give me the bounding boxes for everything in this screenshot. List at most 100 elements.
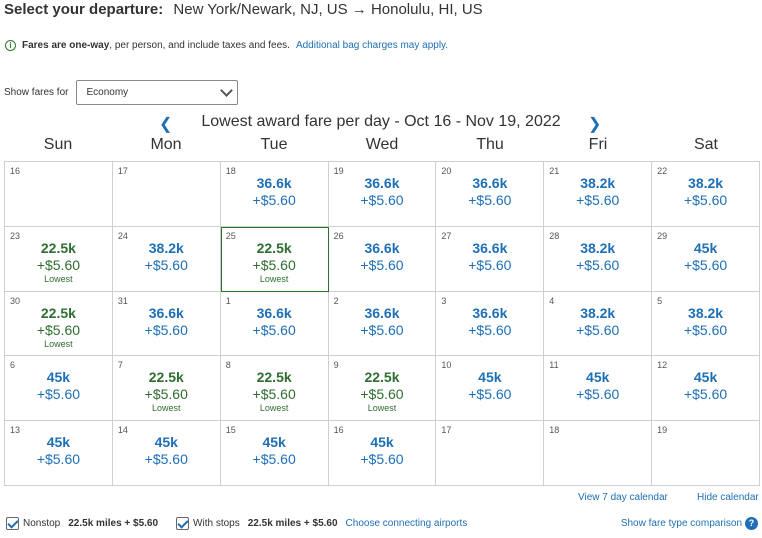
fare-amount: 38.2k +$5.60 bbox=[652, 305, 759, 339]
days-of-week-header: Sun Mon Tue Wed Thu Fri Sat bbox=[4, 136, 760, 154]
calendar-day-cell[interactable]: 23 22.5k +$5.60 Lowest bbox=[5, 226, 113, 292]
calendar-day-cell[interactable]: 12 45k +$5.60 bbox=[652, 356, 760, 422]
lowest-badge: Lowest bbox=[152, 403, 181, 414]
calendar-day-cell[interactable]: 14 45k +$5.60 bbox=[112, 421, 221, 486]
lowest-badge: Lowest bbox=[44, 338, 73, 349]
lowest-badge: Lowest bbox=[259, 403, 289, 414]
fare-miles: 45k bbox=[370, 434, 394, 451]
day-of-week-label: Mon bbox=[150, 136, 182, 153]
fare-miles: 36.6k bbox=[256, 175, 292, 191]
calendar-day-cell[interactable]: 10 45k +$5.60 bbox=[436, 356, 545, 422]
fare-amount: 45k +$5.60 bbox=[5, 369, 112, 403]
day-number: 18 bbox=[549, 425, 560, 436]
calendar-day-cell[interactable]: 5 38.2k +$5.60 bbox=[652, 291, 760, 357]
fare-miles: 45k bbox=[154, 434, 178, 451]
fare-amount: 38.2k +$5.60 bbox=[544, 305, 651, 339]
help-icon[interactable]: ? bbox=[745, 517, 758, 530]
connecting-airports-link[interactable]: Choose connecting airports bbox=[346, 518, 468, 529]
calendar-day-cell[interactable]: 31 36.6k +$5.60 bbox=[112, 291, 221, 357]
calendar-day-cell[interactable]: 4 38.2k +$5.60 bbox=[544, 291, 653, 357]
calendar-day-cell: 17 bbox=[436, 421, 545, 486]
with-stops-value: 22.5k miles + $5.60 bbox=[247, 518, 338, 529]
fare-amount: 22.5k +$5.60 Lowest bbox=[329, 369, 436, 414]
fare-miles: 45k bbox=[586, 369, 610, 386]
day-of-week-label: Wed bbox=[365, 136, 399, 153]
nonstop-checkbox[interactable] bbox=[6, 517, 19, 530]
fare-tax: +$5.60 bbox=[252, 256, 296, 273]
calendar-day-cell[interactable]: 27 36.6k +$5.60 bbox=[436, 226, 545, 292]
fare-miles: 45k bbox=[693, 239, 718, 256]
day-of-week-label: Thu bbox=[476, 136, 504, 153]
calendar-day-cell[interactable]: 21 38.2k +$5.60 bbox=[544, 162, 653, 227]
calendar-day-cell[interactable]: 6 45k +$5.60 bbox=[5, 356, 113, 422]
fare-tax: +$5.60 bbox=[468, 321, 512, 338]
fare-comparison-link[interactable]: Show fare type comparison bbox=[621, 518, 742, 529]
calendar-day-cell: 18 bbox=[544, 421, 653, 486]
fares-for-label: Show fares for bbox=[4, 87, 69, 98]
fare-miles: 36.6k bbox=[364, 239, 400, 256]
calendar-day-cell[interactable]: 22 38.2k +$5.60 bbox=[652, 162, 760, 227]
day-number: 16 bbox=[10, 166, 21, 176]
chevron-right-icon[interactable]: ❯ bbox=[588, 114, 601, 134]
calendar-day-cell[interactable]: 13 45k +$5.60 bbox=[5, 421, 113, 486]
calendar-day-cell[interactable]: 28 38.2k +$5.60 bbox=[544, 226, 653, 292]
calendar-day-cell[interactable]: 19 36.6k +$5.60 bbox=[328, 162, 437, 227]
fare-tax: +$5.60 bbox=[468, 256, 512, 273]
fare-amount: 22.5k +$5.60 Lowest bbox=[5, 305, 112, 350]
calendar-day-cell[interactable]: 30 22.5k +$5.60 Lowest bbox=[5, 291, 113, 357]
calendar-day-cell[interactable]: 20 36.6k +$5.60 bbox=[436, 162, 545, 227]
nonstop-value: 22.5k miles + $5.60 bbox=[68, 518, 159, 529]
fare-amount: 45k +$5.60 bbox=[652, 369, 759, 403]
fare-amount: 45k +$5.60 bbox=[544, 369, 651, 403]
fare-amount: 36.6k +$5.60 bbox=[221, 305, 328, 339]
hide-calendar-link[interactable]: Hide calendar bbox=[697, 492, 759, 503]
bag-charges-link[interactable]: Additional bag charges may apply. bbox=[296, 40, 448, 51]
fare-amount: 38.2k +$5.60 bbox=[113, 240, 220, 274]
calendar-day-cell[interactable]: 3 36.6k +$5.60 bbox=[436, 291, 545, 357]
calendar-day-cell[interactable]: 2 36.6k +$5.60 bbox=[328, 291, 437, 357]
fare-amount: 22.5k +$5.60 Lowest bbox=[5, 240, 112, 285]
calendar-day-cell[interactable]: 24 38.2k +$5.60 bbox=[112, 226, 221, 292]
calendar-day-cell[interactable]: 7 22.5k +$5.60 Lowest bbox=[112, 356, 221, 422]
fare-tax: +$5.60 bbox=[36, 451, 81, 468]
calendar-day-cell[interactable]: 26 36.6k +$5.60 bbox=[328, 226, 437, 292]
fare-miles: 38.2k bbox=[688, 175, 724, 191]
chevron-down-icon bbox=[220, 83, 234, 97]
calendar-day-cell[interactable]: 16 45k +$5.60 bbox=[328, 421, 437, 486]
fare-amount: 36.6k +$5.60 bbox=[329, 175, 436, 209]
with-stops-checkbox[interactable] bbox=[176, 517, 190, 530]
departure-header: Select your departure: New York/Newark, … bbox=[4, 1, 483, 21]
day-number: 17 bbox=[117, 166, 128, 176]
calendar-day-cell[interactable]: 15 45k +$5.60 bbox=[220, 421, 329, 486]
view-7-day-link[interactable]: View 7 day calendar bbox=[578, 492, 668, 503]
fare-amount: 45k +$5.60 bbox=[436, 369, 543, 403]
calendar-day-cell: 17 bbox=[112, 162, 221, 227]
fare-amount: 45k +$5.60 bbox=[113, 434, 220, 468]
fare-tax: +$5.60 bbox=[144, 451, 188, 468]
calendar-day-cell[interactable]: 18 36.6k +$5.60 bbox=[220, 162, 329, 227]
fare-tax: +$5.60 bbox=[252, 321, 296, 338]
fare-miles: 22.5k bbox=[256, 369, 292, 386]
fare-class-select[interactable]: Economy bbox=[76, 80, 239, 105]
calendar-day-cell[interactable]: 25 22.5k +$5.60 Lowest bbox=[220, 226, 329, 292]
notice-text: , per person, and include taxes and fees… bbox=[109, 40, 290, 51]
fare-calendar-grid: 16 17 18 36.6k +$5.60 19 36.6k +$5.60 20 36.6k +$5… bbox=[4, 161, 760, 486]
fare-tax: +$5.60 bbox=[360, 256, 404, 273]
fare-tax: +$5.60 bbox=[252, 451, 296, 468]
fare-miles: 38.2k bbox=[688, 304, 724, 321]
calendar-day-cell[interactable]: 11 45k +$5.60 bbox=[544, 356, 653, 422]
calendar-day-cell: 16 bbox=[5, 162, 113, 227]
calendar-day-cell[interactable]: 1 36.6k +$5.60 bbox=[220, 291, 329, 357]
fare-tax: +$5.60 bbox=[576, 192, 620, 208]
fare-amount: 36.6k +$5.60 bbox=[436, 175, 543, 209]
calendar-day-cell[interactable]: 8 22.5k +$5.60 Lowest bbox=[220, 356, 329, 422]
calendar-day-cell[interactable]: 29 45k +$5.60 bbox=[652, 226, 760, 292]
calendar-day-cell[interactable]: 9 22.5k +$5.60 Lowest bbox=[328, 356, 437, 422]
fare-miles: 36.6k bbox=[364, 304, 400, 321]
fare-tax: +$5.60 bbox=[144, 321, 188, 338]
fare-amount: 36.6k +$5.60 bbox=[436, 240, 543, 274]
filter-bar: Nonstop 22.5k miles + $5.60 With stops 2… bbox=[6, 517, 758, 530]
fare-tax: +$5.60 bbox=[252, 192, 296, 208]
lowest-badge: Lowest bbox=[44, 273, 73, 284]
lowest-badge: Lowest bbox=[259, 273, 289, 284]
